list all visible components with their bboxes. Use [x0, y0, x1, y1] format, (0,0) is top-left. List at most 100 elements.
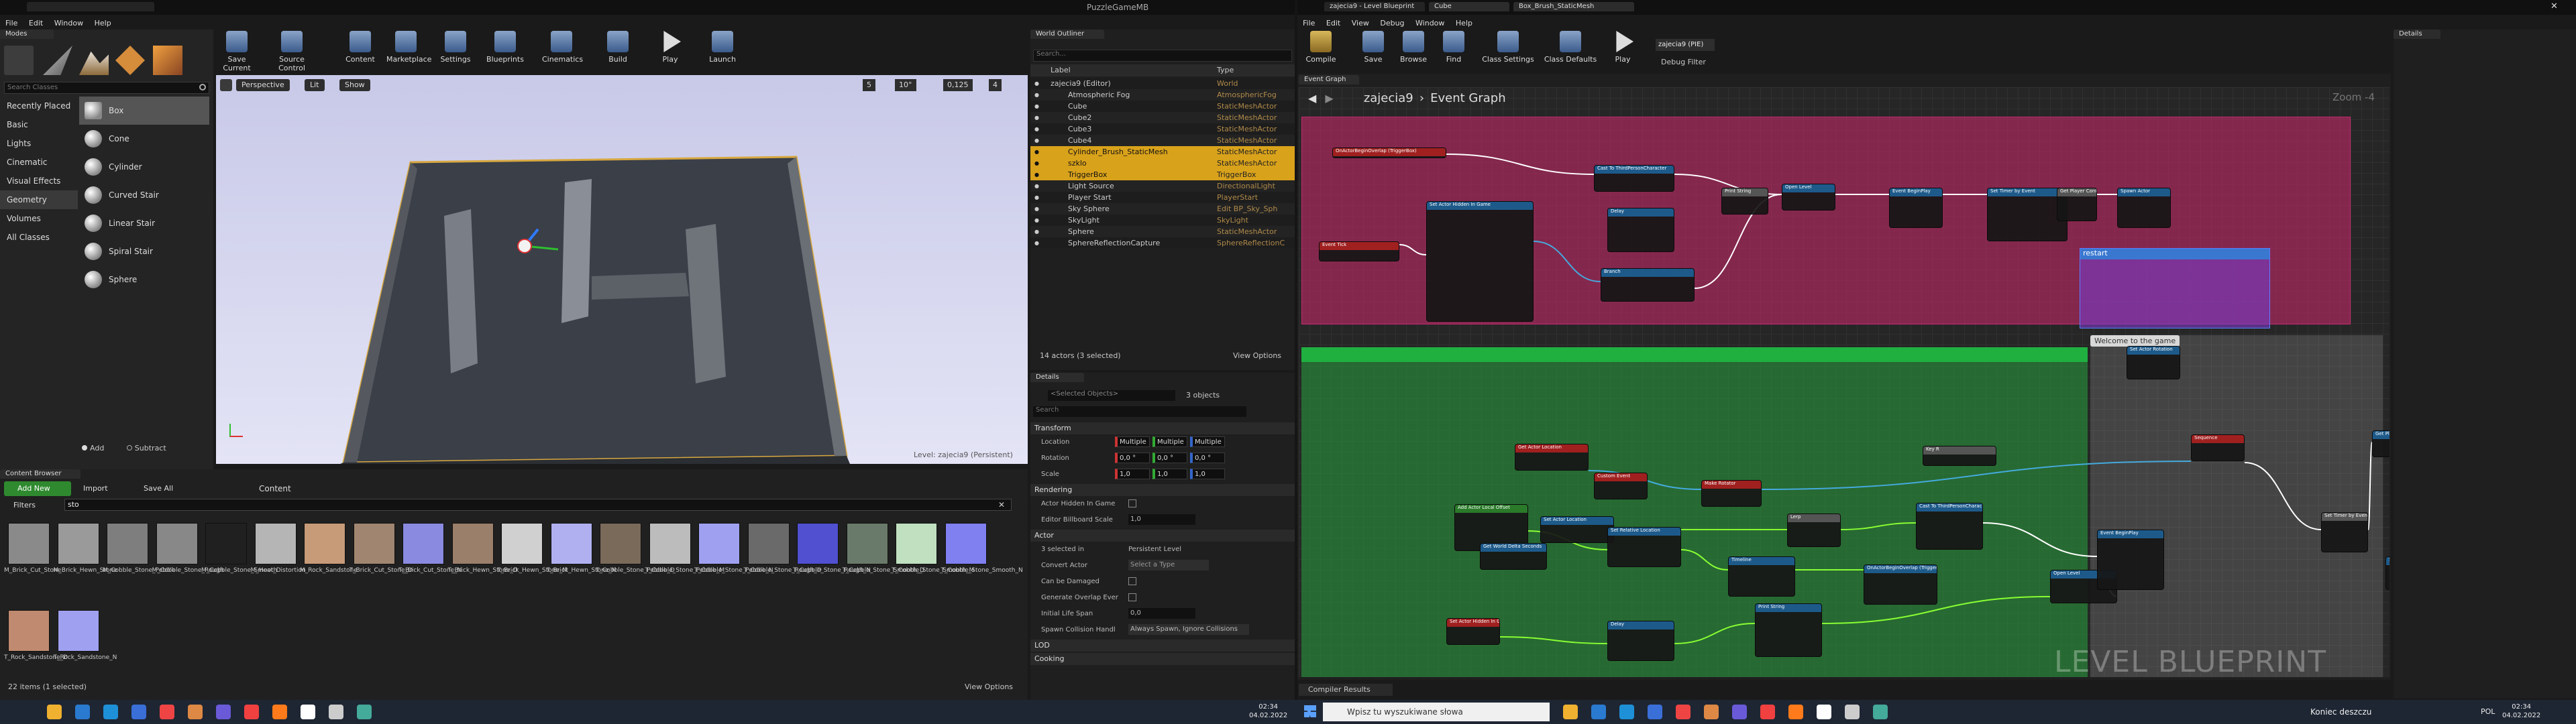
visibility-eye-icon[interactable]: ● — [1034, 135, 1039, 146]
taskbar-app-icon[interactable] — [47, 705, 62, 719]
save-all-button[interactable]: Save All — [144, 481, 173, 496]
outliner-search-input[interactable]: Search... — [1033, 50, 1292, 62]
category-volumes[interactable]: Volumes — [0, 209, 78, 228]
billboard-input[interactable]: 1,0 — [1128, 514, 1195, 525]
rendering-section[interactable]: Rendering — [1030, 484, 1295, 496]
asset-thumbnail[interactable] — [649, 523, 691, 564]
blueprint-node[interactable]: Set Timer by Event — [1987, 188, 2068, 241]
place-item-cylinder[interactable]: Cylinder — [79, 153, 209, 181]
blueprint-node[interactable]: Delay — [1607, 621, 1674, 661]
language-indicator[interactable]: POL — [2481, 707, 2495, 716]
taskbar-app-icon[interactable] — [1817, 705, 1831, 719]
foliage-mode-icon[interactable] — [115, 46, 145, 75]
debug-object-dropdown[interactable]: zajecia9 (PIE) — [1656, 39, 1715, 51]
bp-menu-file[interactable]: File — [1303, 19, 1315, 27]
asset-thumbnail[interactable] — [501, 523, 543, 564]
search-classes-input[interactable]: Search Classes — [4, 82, 209, 94]
actor-hidden-checkbox[interactable] — [1128, 499, 1136, 507]
outliner-row[interactable]: ● Sphere StaticMeshActor — [1030, 226, 1295, 237]
blueprint-node[interactable]: Get World Delta Seconds — [1480, 543, 1547, 570]
taskbar-app-icon[interactable] — [1704, 705, 1719, 719]
outliner-row[interactable]: ● Cylinder_Brush_StaticMesh StaticMeshActo… — [1030, 146, 1295, 158]
category-visual-effects[interactable]: Visual Effects — [0, 172, 78, 190]
outliner-row[interactable]: ● Cube2 StaticMeshActor — [1030, 112, 1295, 123]
taskbar-app-icon[interactable] — [329, 705, 343, 719]
taskbar-app-icon[interactable] — [1873, 705, 1888, 719]
asset-thumbnail[interactable] — [600, 523, 641, 564]
can-damage-checkbox[interactable] — [1128, 577, 1136, 585]
menu-file[interactable]: File — [5, 19, 17, 27]
blueprint-node[interactable]: Get Actor Location — [1515, 444, 1589, 471]
taskbar-app-icon[interactable] — [188, 705, 203, 719]
outliner-row[interactable]: ● TriggerBox TriggerBox — [1030, 169, 1295, 180]
category-all-classes[interactable]: All Classes — [0, 228, 78, 247]
bp-menu-debug[interactable]: Debug — [1380, 19, 1404, 27]
viewport[interactable]: Perspective Lit Show 5 10° 0,125 4 Level… — [216, 75, 1028, 464]
rotation-z[interactable]: 0,0 ° — [1190, 452, 1225, 463]
outliner-row[interactable]: ● Cube3 StaticMeshActor — [1030, 123, 1295, 135]
visibility-eye-icon[interactable]: ● — [1034, 112, 1039, 123]
asset-thumbnail[interactable] — [254, 523, 297, 564]
asset-thumbnail[interactable] — [451, 523, 494, 564]
blueprints-button[interactable]: Blueprints — [486, 31, 525, 70]
outliner-row[interactable]: ● Cube StaticMeshActor — [1030, 101, 1295, 112]
asset-thumbnail[interactable] — [205, 523, 247, 564]
asset-thumbnail[interactable] — [797, 523, 839, 564]
col-type[interactable]: Type — [1217, 64, 1234, 76]
asset-thumbnail[interactable] — [57, 523, 99, 564]
blueprint-node[interactable]: Set Relative Location — [1607, 527, 1681, 567]
details-search-input[interactable]: Search — [1033, 406, 1246, 417]
taskbar-app-icon[interactable] — [272, 705, 287, 719]
compiler-results-tab[interactable]: Compiler Results — [1299, 684, 1393, 696]
bp-save-button[interactable]: Save — [1354, 31, 1393, 70]
box-brush-tab[interactable]: Box_Brush_StaticMesh — [1513, 2, 1634, 11]
scale-x[interactable]: 1,0 — [1115, 469, 1150, 479]
blueprint-node[interactable]: OnActorBeginOverlap (TriggerBox) — [1864, 564, 1937, 605]
marketplace-button[interactable]: Marketplace — [386, 31, 431, 70]
bp-play-button[interactable]: Play — [1603, 31, 1642, 70]
category-geometry[interactable]: Geometry — [0, 190, 78, 209]
asset-thumbnail[interactable] — [8, 523, 50, 564]
class-defaults-button[interactable]: Class Defaults — [1542, 31, 1599, 70]
blueprint-node[interactable]: Set Actor Hidden In Game — [1446, 618, 1500, 645]
place-item-linear-stair[interactable]: Linear Stair — [79, 209, 209, 237]
asset-thumbnail[interactable] — [896, 523, 937, 564]
category-recently-placed[interactable]: Recently Placed — [0, 97, 78, 115]
blueprint-node[interactable]: Event BeginPlay — [1889, 188, 1943, 228]
blueprint-node[interactable]: Timeline — [1728, 556, 1795, 597]
actor-section[interactable]: Actor — [1030, 530, 1295, 542]
landscape-mode-icon[interactable] — [79, 51, 109, 75]
blueprint-node[interactable]: Custom Event — [1594, 473, 1648, 499]
clear-search-icon[interactable]: ✕ — [998, 500, 1005, 509]
col-label[interactable]: Label — [1051, 64, 1071, 76]
outliner-row[interactable]: ● SkyLight SkyLight — [1030, 215, 1295, 226]
place-item-box[interactable]: Box — [79, 97, 209, 125]
content-view-options[interactable]: View Options — [965, 682, 1013, 691]
menu-help[interactable]: Help — [95, 19, 111, 27]
asset-thumbnail[interactable] — [57, 610, 99, 652]
visibility-eye-icon[interactable]: ● — [1034, 158, 1039, 169]
blueprint-node[interactable]: Cast To ThirdPersonCharacter — [1916, 503, 1983, 550]
blueprint-node[interactable]: Set Actor Rotation — [2127, 346, 2180, 379]
asset-thumbnail[interactable] — [945, 523, 987, 564]
browse-button[interactable]: Browse — [1394, 31, 1433, 70]
outliner-view-options[interactable]: View Options — [1233, 351, 1281, 360]
place-mode-icon[interactable] — [4, 46, 34, 75]
visibility-eye-icon[interactable]: ● — [1034, 101, 1039, 112]
menu-window[interactable]: Window — [54, 19, 83, 27]
start-button[interactable] — [1304, 705, 1316, 717]
category-cinematic[interactable]: Cinematic — [0, 153, 78, 172]
asset-thumbnail[interactable] — [846, 523, 888, 564]
taskbar-app-icon[interactable] — [1676, 705, 1690, 719]
graph-canvas[interactable]: ◀ ▶ zajecia9 › Event Graph Zoom -4 resta… — [1299, 87, 2390, 677]
blueprint-node[interactable]: Set Timer by Event — [2321, 512, 2368, 552]
rotation-x[interactable]: 0,0 ° — [1115, 452, 1150, 463]
taskbar-app-icon[interactable] — [244, 705, 259, 719]
visibility-eye-icon[interactable]: ● — [1034, 192, 1039, 203]
lifespan-input[interactable]: 0,0 — [1128, 608, 1195, 619]
event-graph-tab[interactable]: Event Graph — [1299, 75, 1359, 84]
asset-thumbnail[interactable] — [156, 523, 198, 564]
overlap-checkbox[interactable] — [1128, 593, 1136, 601]
outliner-row[interactable]: ● SphereReflectionCapture SphereReflection… — [1030, 237, 1295, 249]
location-z[interactable]: Multiple — [1190, 436, 1225, 447]
